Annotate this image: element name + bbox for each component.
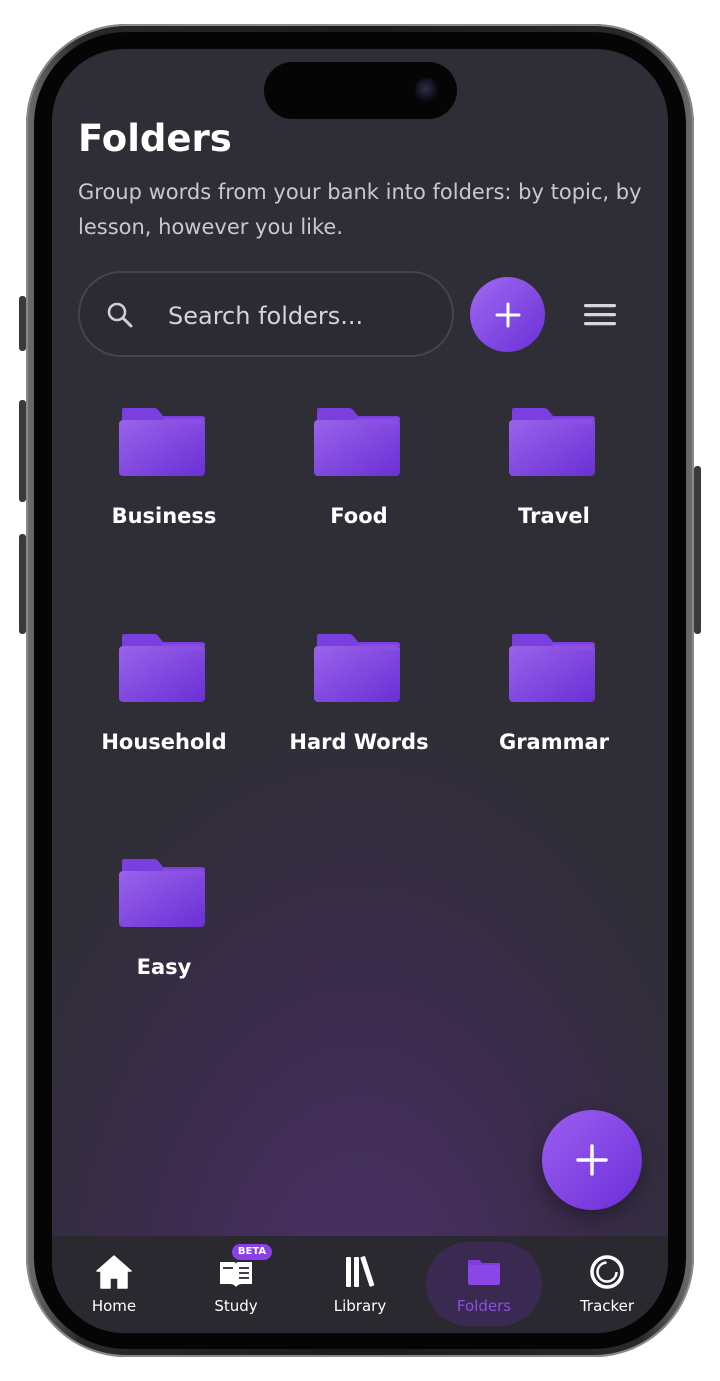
folder-icon [314,634,400,702]
folder-label: Travel [518,504,590,528]
page-subtitle: Group words from your bank into folders:… [78,180,642,239]
floating-add-button[interactable] [542,1110,642,1210]
folder-icon [509,634,595,702]
page-title: Folders [78,117,232,160]
beta-badge: BETA [232,1244,272,1260]
phone-volume-up-button [19,400,26,502]
app-screen: Folders Group words from your bank into … [52,49,668,1333]
folder-icon [119,408,205,476]
folder-label: Hard Words [289,730,429,754]
nav-label: Study [214,1297,258,1315]
front-camera [415,78,439,102]
nav-item-tracker[interactable]: Tracker [545,1236,668,1333]
nav-item-folders[interactable]: Folders [422,1236,546,1333]
library-icon [346,1256,375,1287]
folder-icon [314,408,400,476]
folder-icon [509,408,595,476]
home-icon [96,1255,132,1289]
folder-label: Business [111,504,217,528]
folder-item[interactable]: Easy [69,857,259,1017]
nav-label: Library [333,1297,387,1315]
folder-item[interactable]: Business [69,406,259,566]
hamburger-menu-icon[interactable] [580,297,620,333]
plus-icon [576,1144,608,1176]
folder-label: Easy [136,955,192,979]
folder-item[interactable]: Food [264,406,454,566]
folder-label: Grammar [498,730,610,754]
phone-volume-down-button [19,534,26,634]
nav-label: Home [91,1297,137,1315]
plus-icon [495,302,520,327]
folder-icon [119,859,205,927]
dynamic-island [264,62,457,119]
folder-icon [468,1260,500,1285]
phone-power-button [694,466,701,634]
search-icon [107,302,133,328]
nav-item-home[interactable]: Home [52,1236,176,1333]
phone-action-button [19,296,26,351]
folder-item[interactable]: Household [69,632,259,792]
bottom-nav: Home Study BETA Library Folders Tracker [52,1236,668,1333]
add-folder-button[interactable] [470,277,545,352]
nav-item-library[interactable]: Library [298,1236,422,1333]
tracker-ring-icon [590,1255,624,1289]
nav-label: Folders [456,1297,512,1315]
search-bar[interactable] [78,271,454,357]
folder-item[interactable]: Travel [459,406,649,566]
search-input[interactable] [166,295,440,337]
folder-icon [119,634,205,702]
folder-label: Food [330,504,388,528]
folder-item[interactable]: Hard Words [264,632,454,792]
folder-item[interactable]: Grammar [459,632,649,792]
nav-label: Tracker [579,1297,635,1315]
folder-label: Household [101,730,227,754]
